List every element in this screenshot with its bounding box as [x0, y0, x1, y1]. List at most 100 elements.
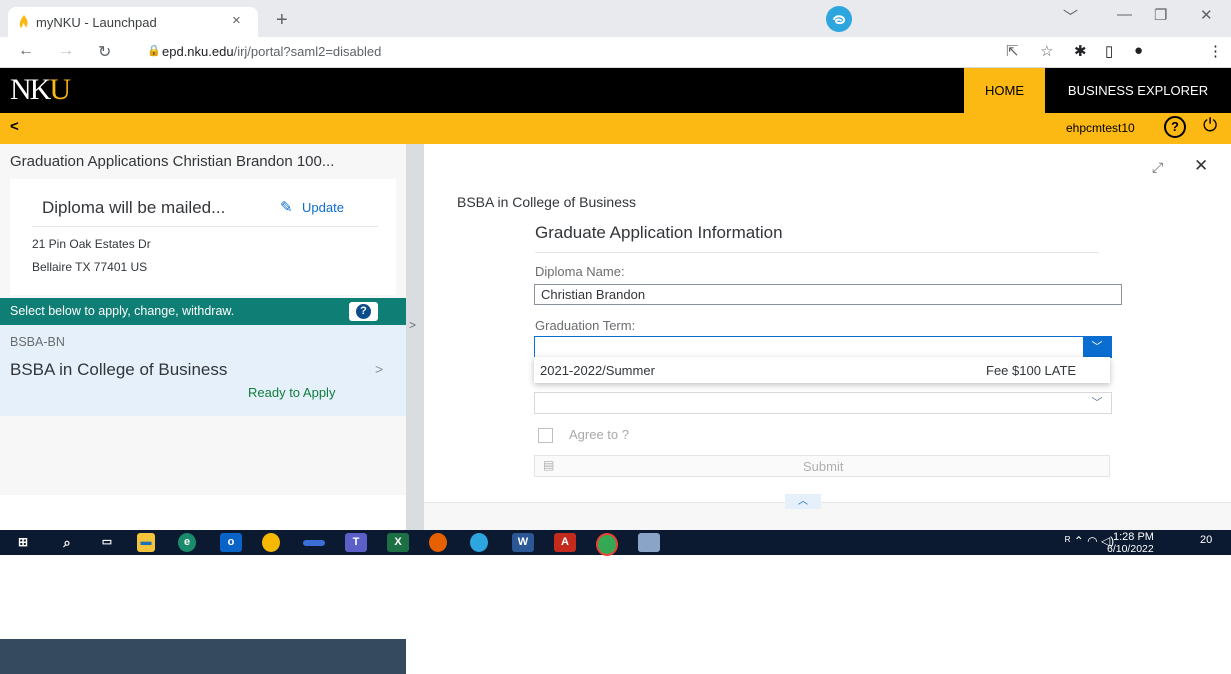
logo-text: NK: [10, 73, 51, 106]
back-arrow-icon[interactable]: ←: [18, 42, 34, 60]
browser-tab-bar: myNKU - Launchpad × + ﹀ — ❐ ✕: [0, 0, 1231, 37]
file-explorer-icon[interactable]: ▬: [137, 533, 155, 552]
logo-flame-letter: U: [49, 73, 71, 106]
card-divider: [32, 226, 378, 227]
document-edit-icon: ▤: [543, 458, 555, 472]
chat-app-icon[interactable]: [470, 533, 488, 552]
extensions-puzzle-icon[interactable]: ✱: [1074, 42, 1087, 60]
edge-icon[interactable]: e: [178, 533, 196, 552]
address-bar: ← → ↻ 🔒 epd.nku.edu/irj/portal?saml2=dis…: [0, 37, 1231, 68]
access-icon[interactable]: A: [554, 533, 576, 552]
share-icon[interactable]: ⇱: [1006, 42, 1019, 60]
address-line-2: Bellaire TX 77401 US: [32, 260, 148, 274]
instruction-bar: Select below to apply, change, withdraw.…: [0, 298, 406, 325]
nav-home-tab[interactable]: HOME: [964, 68, 1045, 113]
browser-tab[interactable]: myNKU - Launchpad ×: [8, 7, 258, 37]
graduation-term-label: Graduation Term:: [535, 318, 636, 333]
agree-label: Agree to ?: [569, 427, 629, 442]
new-tab-button[interactable]: +: [276, 9, 288, 32]
url-path: /irj/portal?saml2=disabled: [233, 44, 382, 59]
pen-app-icon[interactable]: [303, 540, 325, 546]
task-view-icon[interactable]: ▭: [96, 533, 118, 552]
program-code: BSBA-BN: [10, 335, 65, 349]
instruction-text: Select below to apply, change, withdraw.: [10, 304, 235, 318]
mailing-address-card: Diploma will be mailed... ✎ Update 21 Pi…: [10, 179, 396, 295]
reload-icon[interactable]: ↻: [98, 42, 111, 62]
restore-icon[interactable]: ❐: [1154, 6, 1167, 24]
detail-pane: ⤢ ✕ BSBA in College of Business Graduate…: [424, 144, 1231, 531]
program-status: Ready to Apply: [248, 385, 336, 400]
diploma-mailing-heading: Diploma will be mailed...: [42, 198, 226, 217]
windows-start-icon[interactable]: ⊞: [12, 533, 34, 552]
minimize-icon[interactable]: —: [1117, 6, 1132, 23]
help-icon[interactable]: ?: [1164, 116, 1186, 138]
teams-icon[interactable]: T: [345, 533, 367, 552]
graduation-term-select[interactable]: ﹀: [534, 336, 1112, 358]
graduation-term-dropdown: 2021-2022/Summer Fee $100 LATE: [534, 357, 1110, 383]
chevron-down-icon[interactable]: ﹀: [1083, 337, 1111, 357]
chrome-icon[interactable]: [596, 533, 618, 556]
extension-badge-icon[interactable]: [826, 6, 852, 32]
tab-title: myNKU - Launchpad: [36, 15, 157, 30]
option-term: 2021-2022/Summer: [540, 363, 655, 378]
nav-business-explorer-tab[interactable]: BUSINESS EXPLORER: [1045, 68, 1231, 113]
bookmark-star-icon[interactable]: ☆: [1040, 42, 1053, 60]
sticky-app-icon[interactable]: [262, 533, 280, 552]
secondary-select[interactable]: ﹀: [534, 392, 1112, 414]
user-name[interactable]: ehpcmtest10: [1066, 121, 1135, 135]
profile-avatar-icon[interactable]: ●: [1134, 42, 1143, 59]
collapse-header-button[interactable]: ︿: [785, 494, 821, 509]
firefox-icon[interactable]: [429, 533, 447, 552]
outlook-icon[interactable]: o: [220, 533, 242, 552]
form-title: Graduate Application Information: [535, 223, 783, 242]
word-icon[interactable]: W: [512, 533, 534, 552]
update-link[interactable]: Update: [302, 200, 344, 215]
form-divider: [535, 252, 1099, 253]
question-icon: ?: [356, 304, 371, 319]
url-domain: epd.nku.edu: [162, 44, 234, 59]
clock-time[interactable]: 1:28 PM: [1113, 531, 1154, 543]
submit-button[interactable]: ▤ Submit: [534, 455, 1110, 477]
instruction-help-button[interactable]: ?: [349, 302, 378, 321]
snipping-tool-icon[interactable]: [638, 533, 660, 552]
diploma-name-input[interactable]: Christian Brandon: [534, 284, 1122, 305]
tab-search-icon[interactable]: ﹀: [1063, 6, 1078, 27]
flame-favicon-icon: [19, 15, 28, 28]
nku-logo[interactable]: NKU: [10, 73, 71, 107]
excel-icon[interactable]: X: [387, 533, 409, 552]
search-icon[interactable]: ⌕: [56, 533, 78, 552]
pane-splitter[interactable]: [406, 144, 424, 530]
shell-subheader: < ehpcmtest10 ? ⏻: [0, 113, 1231, 144]
pencil-icon[interactable]: ✎: [280, 198, 293, 216]
clock-date[interactable]: 6/10/2022: [1107, 543, 1154, 555]
shell-back-button[interactable]: <: [10, 118, 19, 135]
agree-checkbox[interactable]: [538, 428, 553, 443]
forward-arrow-icon[interactable]: →: [58, 42, 74, 60]
dropdown-option[interactable]: 2021-2022/Summer Fee $100 LATE: [534, 357, 1110, 383]
tab-close-icon[interactable]: ×: [232, 12, 241, 29]
option-fee: Fee $100 LATE: [986, 363, 1077, 378]
notification-count[interactable]: 20: [1200, 534, 1222, 552]
chevron-right-icon: >: [375, 361, 384, 377]
master-pane: Graduation Applications Christian Brando…: [0, 144, 406, 674]
submit-label: Submit: [803, 459, 844, 474]
browser-menu-icon[interactable]: ⋮: [1208, 42, 1223, 60]
address-line-1: 21 Pin Oak Estates Dr: [32, 237, 151, 251]
app-header: NKU HOME BUSINESS EXPLORER: [0, 68, 1231, 113]
windows-taskbar: ⊞ ⌕ ▭ ▬ e o T X W A ᴿ ⌃ ◠ ◁) 1:28 PM 6/1…: [0, 530, 1231, 556]
list-item-program[interactable]: BSBA-BN BSBA in College of Business > Re…: [0, 325, 406, 416]
fullscreen-icon[interactable]: ⤢: [1152, 159, 1163, 176]
detail-subtitle: BSBA in College of Business: [457, 194, 636, 210]
window-close-icon[interactable]: ✕: [1200, 6, 1213, 24]
power-icon[interactable]: ⏻: [1203, 115, 1217, 136]
side-panel-icon[interactable]: ▯: [1105, 42, 1113, 60]
lock-icon[interactable]: 🔒: [147, 44, 161, 57]
master-footer: [0, 639, 406, 674]
chevron-down-icon[interactable]: ﹀: [1083, 393, 1111, 413]
url-field[interactable]: epd.nku.edu/irj/portal?saml2=disabled: [162, 44, 381, 59]
splitter-arrow-icon[interactable]: >: [409, 318, 416, 332]
detail-footer: [424, 502, 1231, 531]
program-name: BSBA in College of Business: [10, 360, 228, 379]
close-icon[interactable]: ✕: [1194, 156, 1208, 176]
diploma-name-label: Diploma Name:: [535, 264, 625, 279]
